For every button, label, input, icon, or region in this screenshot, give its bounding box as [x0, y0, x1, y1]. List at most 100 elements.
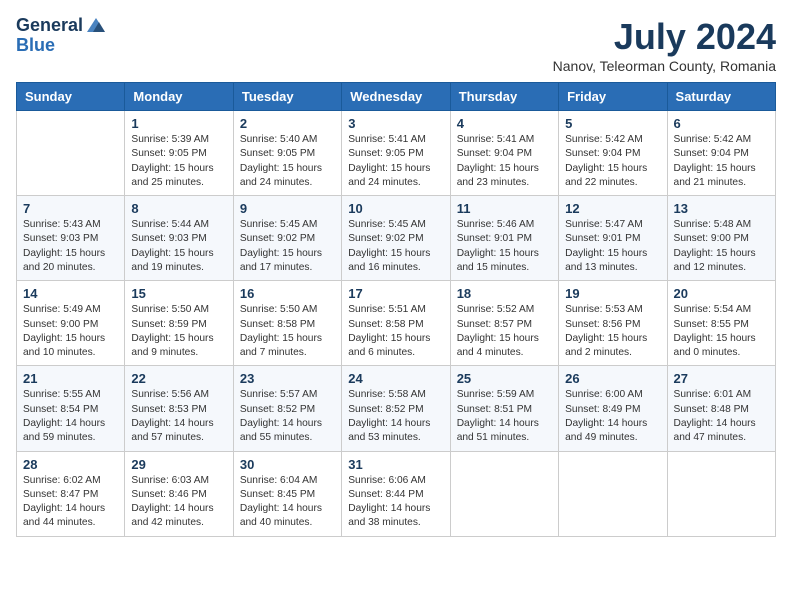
calendar-cell: 6 Sunrise: 5:42 AM Sunset: 9:04 PM Daylig… — [667, 111, 775, 196]
calendar-table: SundayMondayTuesdayWednesdayThursdayFrid… — [16, 82, 776, 537]
calendar-cell: 20Sunrise: 5:54 AM Sunset: 8:55 PM Dayli… — [667, 281, 775, 366]
day-header-sunday: Sunday — [17, 83, 125, 111]
day-number: 8 — [131, 201, 226, 216]
location-subtitle: Nanov, Teleorman County, Romania — [553, 58, 776, 74]
calendar-week-row: 21 Sunrise: 5:55 AM Sunset: 8:54 PM Dayli… — [17, 366, 776, 451]
day-number: 27 — [674, 371, 769, 386]
day-info: Sunrise: 5:39 AM Sunset: 9:05 PM Dayligh… — [131, 133, 226, 190]
calendar-cell: 24 Sunrise: 5:58 AM Sunset: 8:52 PM Dayli… — [342, 366, 450, 451]
day-header-thursday: Thursday — [450, 83, 558, 111]
day-info: Sunrise: 5:45 AM Sunset: 9:02 PM Dayligh… — [348, 218, 443, 275]
day-number: 21 — [23, 371, 118, 386]
day-number: 5 — [565, 116, 660, 131]
day-number: 25 — [457, 371, 552, 386]
page-header: General Blue July 2024 Nanov, Teleorman … — [16, 16, 776, 74]
day-number: 29 — [131, 457, 226, 472]
title-block: July 2024 Nanov, Teleorman County, Roman… — [553, 16, 776, 74]
calendar-cell: 14 Sunrise: 5:49 AM Sunset: 9:00 PM Dayli… — [17, 281, 125, 366]
calendar-cell: 7Sunrise: 5:43 AM Sunset: 9:03 PM Daylig… — [17, 196, 125, 281]
calendar-cell: 15Sunrise: 5:50 AM Sunset: 8:59 PM Dayli… — [125, 281, 233, 366]
calendar-cell: 13Sunrise: 5:48 AM Sunset: 9:00 PM Dayli… — [667, 196, 775, 281]
day-number: 19 — [565, 286, 660, 301]
day-number: 2 — [240, 116, 335, 131]
calendar-cell: 29 Sunrise: 6:03 AM Sunset: 8:46 PM Dayli… — [125, 451, 233, 536]
day-number: 17 — [348, 286, 443, 301]
logo: General Blue — [16, 16, 107, 56]
day-info: Sunrise: 5:45 AM Sunset: 9:02 PM Dayligh… — [240, 218, 335, 275]
calendar-cell: 1Sunrise: 5:39 AM Sunset: 9:05 PM Daylig… — [125, 111, 233, 196]
day-number: 31 — [348, 457, 443, 472]
calendar-cell: 28 Sunrise: 6:02 AM Sunset: 8:47 PM Dayli… — [17, 451, 125, 536]
day-number: 13 — [674, 201, 769, 216]
day-info: Sunrise: 5:41 AM Sunset: 9:05 PM Dayligh… — [348, 133, 443, 190]
calendar-cell — [559, 451, 667, 536]
day-number: 4 — [457, 116, 552, 131]
calendar-cell — [667, 451, 775, 536]
day-number: 28 — [23, 457, 118, 472]
day-info: Sunrise: 5:43 AM Sunset: 9:03 PM Dayligh… — [23, 218, 118, 275]
calendar-cell: 25 Sunrise: 5:59 AM Sunset: 8:51 PM Dayli… — [450, 366, 558, 451]
day-info: Sunrise: 6:01 AM Sunset: 8:48 PM Dayligh… — [674, 388, 769, 445]
day-info: Sunrise: 5:57 AM Sunset: 8:52 PM Dayligh… — [240, 388, 335, 445]
logo-icon — [85, 14, 107, 36]
day-info: Sunrise: 5:46 AM Sunset: 9:01 PM Dayligh… — [457, 218, 552, 275]
day-info: Sunrise: 5:42 AM Sunset: 9:04 PM Dayligh… — [565, 133, 660, 190]
month-title: July 2024 — [553, 16, 776, 58]
day-info: Sunrise: 6:03 AM Sunset: 8:46 PM Dayligh… — [131, 474, 226, 531]
calendar-cell: 9 Sunrise: 5:45 AM Sunset: 9:02 PM Daylig… — [233, 196, 341, 281]
day-header-wednesday: Wednesday — [342, 83, 450, 111]
day-number: 11 — [457, 201, 552, 216]
day-number: 3 — [348, 116, 443, 131]
day-info: Sunrise: 5:44 AM Sunset: 9:03 PM Dayligh… — [131, 218, 226, 275]
calendar-cell: 12 Sunrise: 5:47 AM Sunset: 9:01 PM Dayli… — [559, 196, 667, 281]
day-info: Sunrise: 6:00 AM Sunset: 8:49 PM Dayligh… — [565, 388, 660, 445]
day-info: Sunrise: 5:50 AM Sunset: 8:59 PM Dayligh… — [131, 303, 226, 360]
calendar-cell: 21 Sunrise: 5:55 AM Sunset: 8:54 PM Dayli… — [17, 366, 125, 451]
day-info: Sunrise: 5:59 AM Sunset: 8:51 PM Dayligh… — [457, 388, 552, 445]
day-info: Sunrise: 5:51 AM Sunset: 8:58 PM Dayligh… — [348, 303, 443, 360]
calendar-header-row: SundayMondayTuesdayWednesdayThursdayFrid… — [17, 83, 776, 111]
calendar-cell: 26Sunrise: 6:00 AM Sunset: 8:49 PM Dayli… — [559, 366, 667, 451]
day-header-monday: Monday — [125, 83, 233, 111]
day-info: Sunrise: 5:52 AM Sunset: 8:57 PM Dayligh… — [457, 303, 552, 360]
day-info: Sunrise: 5:41 AM Sunset: 9:04 PM Dayligh… — [457, 133, 552, 190]
day-header-friday: Friday — [559, 83, 667, 111]
day-info: Sunrise: 6:04 AM Sunset: 8:45 PM Dayligh… — [240, 474, 335, 531]
calendar-cell: 30 Sunrise: 6:04 AM Sunset: 8:45 PM Dayli… — [233, 451, 341, 536]
day-header-tuesday: Tuesday — [233, 83, 341, 111]
day-info: Sunrise: 5:58 AM Sunset: 8:52 PM Dayligh… — [348, 388, 443, 445]
calendar-cell: 31 Sunrise: 6:06 AM Sunset: 8:44 PM Dayli… — [342, 451, 450, 536]
day-info: Sunrise: 5:42 AM Sunset: 9:04 PM Dayligh… — [674, 133, 769, 190]
day-info: Sunrise: 5:40 AM Sunset: 9:05 PM Dayligh… — [240, 133, 335, 190]
day-info: Sunrise: 5:49 AM Sunset: 9:00 PM Dayligh… — [23, 303, 118, 360]
day-info: Sunrise: 5:50 AM Sunset: 8:58 PM Dayligh… — [240, 303, 335, 360]
calendar-cell: 17 Sunrise: 5:51 AM Sunset: 8:58 PM Dayli… — [342, 281, 450, 366]
day-number: 18 — [457, 286, 552, 301]
day-info: Sunrise: 5:55 AM Sunset: 8:54 PM Dayligh… — [23, 388, 118, 445]
calendar-week-row: 7Sunrise: 5:43 AM Sunset: 9:03 PM Daylig… — [17, 196, 776, 281]
calendar-cell: 3 Sunrise: 5:41 AM Sunset: 9:05 PM Daylig… — [342, 111, 450, 196]
calendar-cell: 8 Sunrise: 5:44 AM Sunset: 9:03 PM Daylig… — [125, 196, 233, 281]
calendar-cell — [450, 451, 558, 536]
day-info: Sunrise: 5:47 AM Sunset: 9:01 PM Dayligh… — [565, 218, 660, 275]
day-number: 24 — [348, 371, 443, 386]
day-number: 10 — [348, 201, 443, 216]
day-number: 12 — [565, 201, 660, 216]
day-number: 20 — [674, 286, 769, 301]
day-info: Sunrise: 6:02 AM Sunset: 8:47 PM Dayligh… — [23, 474, 118, 531]
calendar-cell: 18 Sunrise: 5:52 AM Sunset: 8:57 PM Dayli… — [450, 281, 558, 366]
calendar-week-row: 28 Sunrise: 6:02 AM Sunset: 8:47 PM Dayli… — [17, 451, 776, 536]
day-number: 14 — [23, 286, 118, 301]
logo-blue: Blue — [16, 36, 55, 56]
day-number: 9 — [240, 201, 335, 216]
day-number: 22 — [131, 371, 226, 386]
calendar-week-row: 14 Sunrise: 5:49 AM Sunset: 9:00 PM Dayli… — [17, 281, 776, 366]
day-number: 30 — [240, 457, 335, 472]
calendar-cell: 23Sunrise: 5:57 AM Sunset: 8:52 PM Dayli… — [233, 366, 341, 451]
calendar-cell: 2 Sunrise: 5:40 AM Sunset: 9:05 PM Daylig… — [233, 111, 341, 196]
day-info: Sunrise: 6:06 AM Sunset: 8:44 PM Dayligh… — [348, 474, 443, 531]
calendar-cell: 22Sunrise: 5:56 AM Sunset: 8:53 PM Dayli… — [125, 366, 233, 451]
day-number: 16 — [240, 286, 335, 301]
calendar-cell: 5 Sunrise: 5:42 AM Sunset: 9:04 PM Daylig… — [559, 111, 667, 196]
day-number: 6 — [674, 116, 769, 131]
